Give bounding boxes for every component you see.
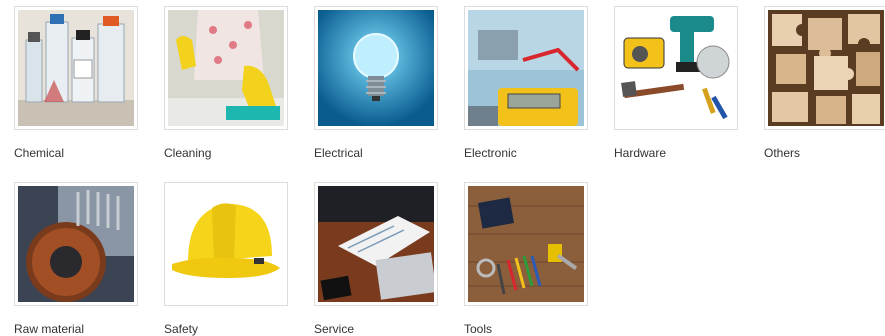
category-label[interactable]: Tools [464,322,492,336]
category-label[interactable]: Electronic [464,146,517,160]
category-label[interactable]: Electrical [314,146,363,160]
documents-laptop-image[interactable] [314,182,438,306]
category-label[interactable]: Cleaning [164,146,211,160]
category-grid: Chemical Cleaning Electrical Electronic … [0,0,885,336]
category-label[interactable]: Safety [164,322,198,336]
gear-image[interactable] [14,182,138,306]
category-label[interactable]: Service [314,322,354,336]
category-label[interactable]: Others [764,146,800,160]
multimeter-image[interactable] [464,6,588,130]
category-label[interactable]: Chemical [14,146,64,160]
category-label[interactable]: Hardware [614,146,666,160]
hard-hat-image[interactable] [164,182,288,306]
puzzle-pieces-image[interactable] [764,6,885,130]
cleaning-gloves-image[interactable] [164,6,288,130]
hand-tools-image[interactable] [464,182,588,306]
lab-bottles-image[interactable] [14,6,138,130]
category-label[interactable]: Raw material [14,322,84,336]
power-tools-image[interactable] [614,6,738,130]
light-bulb-image[interactable] [314,6,438,130]
